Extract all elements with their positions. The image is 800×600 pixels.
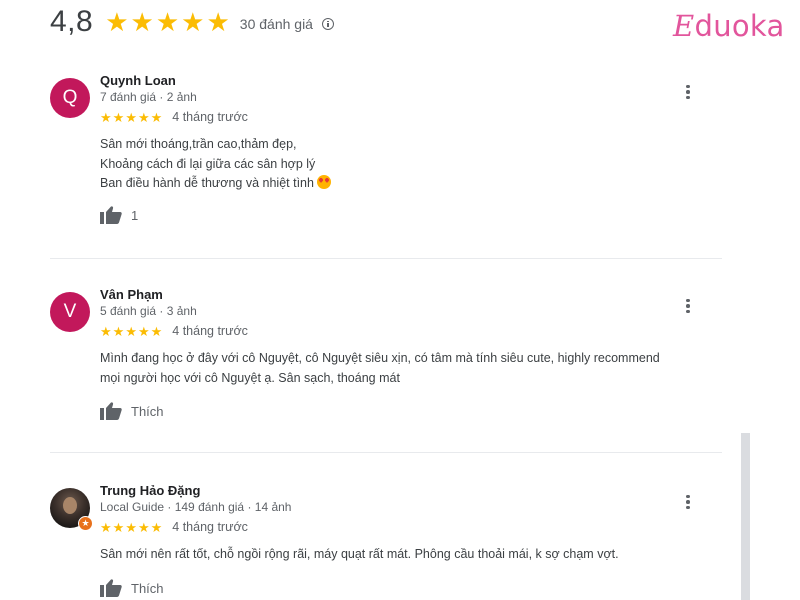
star-icon: ★	[137, 323, 150, 339]
star-icon: ★	[100, 519, 112, 535]
star-icon: ★	[137, 109, 150, 125]
star-icon: ★	[206, 7, 230, 37]
reviewer-name[interactable]: Quynh Loan	[100, 73, 176, 88]
star-icon: ★	[125, 323, 137, 339]
reviewer-meta: 5 đánh giá · 3 ảnh	[100, 304, 197, 318]
reviewer-name[interactable]: Trung Hảo Đặng	[100, 483, 200, 498]
like-button[interactable]: 1	[100, 206, 138, 224]
thumbs-up-icon	[100, 402, 122, 420]
star-icon: ★	[112, 109, 125, 125]
reviewer-meta: 7 đánh giá · 2 ảnh	[100, 90, 197, 104]
like-label: Thích	[131, 580, 164, 596]
divider	[50, 258, 722, 259]
star-icon: ★	[105, 7, 129, 37]
review-rating: ★ ★ ★ ★ ★ 4 tháng trước	[100, 110, 248, 124]
avatar[interactable]: Q	[50, 78, 90, 118]
star-icon: ★	[150, 323, 163, 339]
heart-eyes-emoji-icon	[316, 175, 331, 189]
reviewer-name[interactable]: Vân Phạm	[100, 287, 163, 302]
star-icon: ★	[112, 519, 125, 535]
review-date: 4 tháng trước	[172, 520, 248, 534]
review-date: 4 tháng trước	[172, 110, 248, 124]
like-count: 1	[131, 207, 139, 223]
review-card: V Vân Phạm 5 đánh giá · 3 ảnh ★ ★ ★ ★ ★ 4 th…	[50, 287, 722, 427]
review-date: 4 tháng trước	[172, 324, 248, 338]
info-icon[interactable]	[321, 18, 334, 30]
star-icon: ★	[100, 109, 112, 125]
star-icon: ★	[155, 7, 180, 37]
star-icon: ★	[150, 109, 163, 125]
review-text: Sân mới thoáng,trần cao,thảm đẹp, Khoảng…	[100, 135, 720, 194]
average-stars: ★ ★ ★ ★ ★	[105, 9, 230, 35]
more-options-button[interactable]	[680, 82, 696, 102]
divider	[50, 452, 722, 453]
more-options-button[interactable]	[680, 492, 696, 512]
review-text: Sân mới nên rất tốt, chỗ ngồi rộng rãi, …	[100, 547, 619, 561]
average-rating: 4,8	[50, 5, 94, 38]
thumbs-up-icon	[100, 579, 122, 597]
like-button[interactable]: Thích	[100, 579, 164, 597]
review-card: ★ Trung Hảo Đặng Local Guide · 149 đánh …	[50, 483, 722, 600]
scrollbar[interactable]	[741, 433, 750, 600]
review-count-link[interactable]: 30 đánh giá	[240, 16, 313, 32]
review-text: Mình đang học ở đây với cô Nguyệt, cô Ng…	[100, 351, 660, 385]
avatar[interactable]: ★	[50, 488, 93, 531]
local-guide-badge-icon: ★	[78, 516, 93, 531]
avatar-photo	[63, 497, 77, 514]
review-rating: ★ ★ ★ ★ ★ 4 tháng trước	[100, 324, 248, 338]
star-icon: ★	[100, 323, 112, 339]
star-icon: ★	[125, 519, 137, 535]
reviewer-meta: Local Guide · 149 đánh giá · 14 ảnh	[100, 500, 292, 514]
thumbs-up-icon	[100, 206, 122, 224]
eduoka-logo: Eduoka	[673, 9, 785, 43]
review-card: Q Quynh Loan 7 đánh giá · 2 ảnh ★ ★ ★ ★ ★ 4 …	[50, 73, 722, 233]
like-label: Thích	[131, 403, 164, 419]
rating-summary: 4,8 ★ ★ ★ ★ ★ 30 đánh giá	[50, 2, 334, 42]
star-icon: ★	[112, 323, 125, 339]
review-rating: ★ ★ ★ ★ ★ 4 tháng trước	[100, 520, 248, 534]
avatar[interactable]: V	[50, 292, 90, 332]
like-button[interactable]: Thích	[100, 402, 164, 420]
star-icon: ★	[150, 519, 163, 535]
star-icon: ★	[130, 7, 154, 37]
more-options-button[interactable]	[680, 296, 696, 316]
star-icon: ★	[137, 519, 150, 535]
star-icon: ★	[125, 109, 137, 125]
star-icon: ★	[181, 7, 205, 37]
